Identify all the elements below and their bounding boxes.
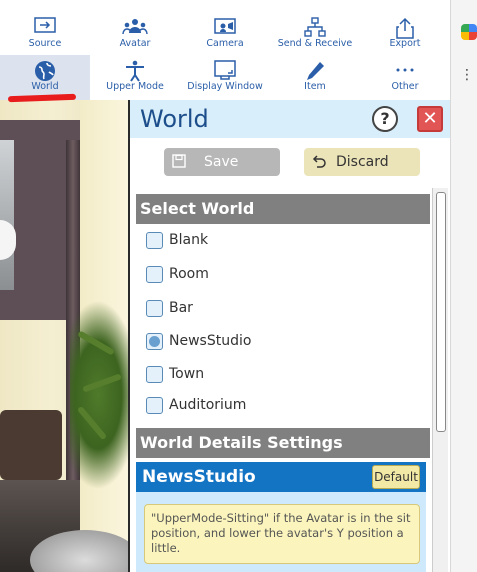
scene-plant (70, 300, 132, 490)
browser-sidebar (450, 0, 477, 572)
discard-button[interactable]: Discard (304, 148, 420, 176)
app-window: Source Avatar Camera Send & Receive Expo… (0, 0, 477, 572)
source-icon (0, 12, 90, 38)
window-icon (180, 55, 270, 81)
scrollbar-thumb[interactable] (436, 192, 446, 432)
page-title: World (140, 105, 209, 133)
main-toolbar: Source Avatar Camera Send & Receive Expo… (0, 0, 450, 103)
toolbar-label: Export (389, 38, 421, 49)
world-name: NewsStudio (142, 467, 256, 487)
world-option-blank[interactable]: Blank (146, 229, 208, 251)
world-option-bar[interactable]: Bar (146, 297, 193, 319)
world-option-checkbox[interactable] (146, 299, 163, 317)
globe-icon (0, 55, 90, 81)
world-option-checkbox[interactable] (146, 332, 163, 350)
world-option-label: Room (169, 266, 209, 282)
panel-header: World ? ✕ (130, 100, 450, 138)
world-option-room[interactable]: Room (146, 263, 209, 285)
toolbar-label: Item (304, 81, 326, 92)
person-icon (90, 55, 180, 82)
toolbar-label: Avatar (119, 38, 151, 49)
toolbar-label: Camera (206, 38, 244, 49)
toolbar-label: Source (28, 38, 62, 49)
select-world-header: Select World (136, 194, 430, 224)
world-option-label: Auditorium (169, 397, 247, 413)
world-details-box: NewsStudio Default "UpperMode-Sitting" i… (136, 462, 426, 572)
toolbar-other-button[interactable]: Other (360, 55, 450, 97)
toolbar-source-button[interactable]: Source (0, 12, 90, 54)
toolbar-send-receive-button[interactable]: Send & Receive (270, 12, 360, 54)
tip-text: "UpperMode-Sitting" if the Avatar is in … (144, 504, 420, 564)
network-icon (270, 12, 360, 38)
toolbar-upper-mode-button[interactable]: Upper Mode (90, 55, 180, 97)
world-option-label: Blank (169, 232, 209, 248)
world-option-label: NewsStudio (169, 333, 252, 349)
copilot-icon[interactable] (461, 24, 477, 40)
toolbar-label: World (31, 81, 59, 92)
world-option-checkbox[interactable] (146, 396, 163, 414)
world-details-title: NewsStudio Default (136, 462, 426, 492)
world-panel: World ? ✕ Save Discard Select World Blan… (128, 100, 450, 572)
world-viewport (0, 100, 132, 572)
camera-icon (180, 12, 270, 38)
scene-window (0, 140, 14, 290)
toolbar-label: Send & Receive (277, 38, 353, 49)
export-icon (360, 12, 450, 39)
toolbar-avatar-button[interactable]: Avatar (90, 12, 180, 54)
toolbar-label: Upper Mode (106, 81, 164, 92)
avatar-icon (90, 12, 180, 38)
world-option-label: Town (169, 366, 205, 382)
pen-icon (270, 55, 360, 81)
world-option-label: Bar (169, 300, 193, 316)
scene-couch (0, 410, 62, 480)
save-icon (172, 154, 186, 168)
world-details-header: World Details Settings (136, 428, 430, 458)
more-icon (360, 55, 450, 81)
default-button[interactable]: Default (372, 465, 420, 489)
undo-icon (312, 154, 326, 168)
discard-label: Discard (336, 154, 389, 170)
world-option-checkbox[interactable] (146, 365, 163, 383)
toolbar-export-button[interactable]: Export (360, 12, 450, 54)
world-option-newsstudio[interactable]: NewsStudio (146, 330, 251, 352)
panel-scrollbar[interactable] (432, 188, 448, 572)
save-label: Save (204, 154, 239, 170)
toolbar-label: Other (391, 81, 419, 92)
toolbar-world-button[interactable]: World (0, 55, 90, 100)
toolbar-label: Display Window (187, 81, 263, 92)
toolbar-display-window-button[interactable]: Display Window (180, 55, 270, 97)
world-option-checkbox[interactable] (146, 231, 163, 249)
toolbar-camera-button[interactable]: Camera (180, 12, 270, 54)
world-option-checkbox[interactable] (146, 265, 163, 283)
menu-kebab-icon[interactable]: ⋮ (460, 68, 474, 82)
world-option-auditorium[interactable]: Auditorium (146, 394, 246, 416)
world-option-town[interactable]: Town (146, 363, 204, 385)
save-button[interactable]: Save (164, 148, 280, 176)
close-button[interactable]: ✕ (417, 106, 443, 132)
help-button[interactable]: ? (372, 106, 398, 132)
toolbar-item-button[interactable]: Item (270, 55, 360, 97)
